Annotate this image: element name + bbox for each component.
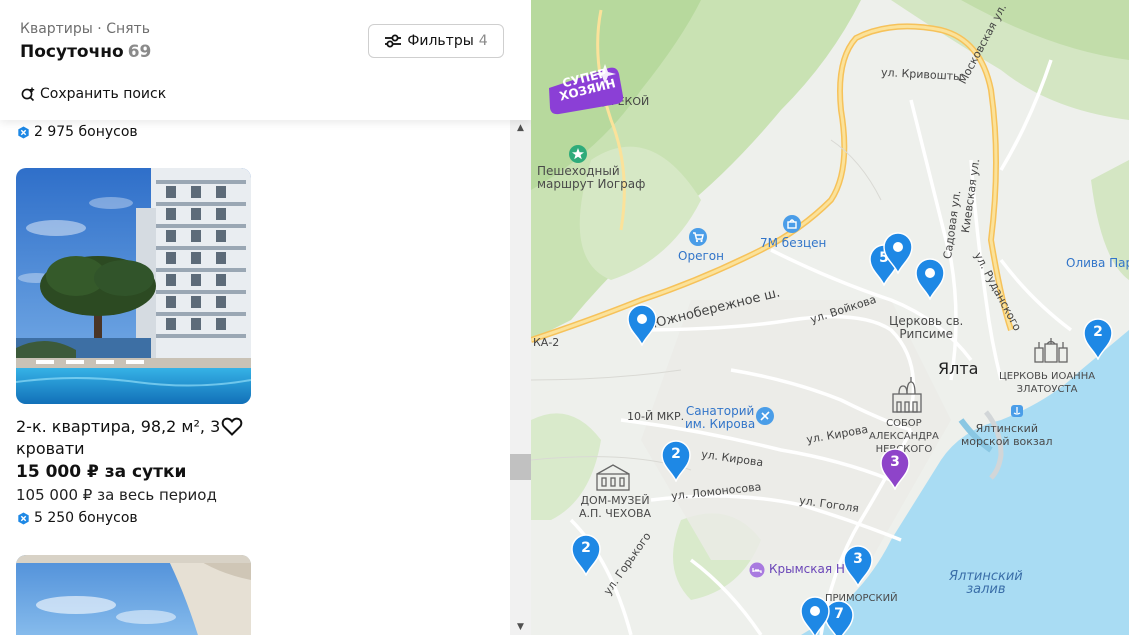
map-label: Олива Пар <box>1066 256 1129 270</box>
map-pin[interactable]: 3 <box>842 545 874 588</box>
bonus-icon <box>18 511 29 525</box>
search-header: Квартиры · Снять Посуточно69 Фильтры4 <box>0 0 531 120</box>
map-label: Церковь св. Рипсиме <box>889 314 964 341</box>
map[interactable]: ул. Кривошты ИЙ-ДЕРЕКОЙ Московская ул. К… <box>531 0 1129 635</box>
map-label: Орегон <box>678 249 724 263</box>
save-search-button[interactable]: Сохранить поиск <box>20 86 166 102</box>
map-pin-count: 2 <box>1093 324 1103 340</box>
church-icon[interactable] <box>1031 336 1071 364</box>
shopping-cart-icon[interactable] <box>688 227 708 247</box>
hotel-icon[interactable] <box>749 562 765 578</box>
map-pin[interactable]: 2 <box>1082 318 1114 361</box>
listing-bonus: 5 250 бонусов <box>17 510 138 526</box>
map-pin[interactable]: 2 <box>570 534 602 577</box>
sea-label: Ялтинский залив <box>949 569 1023 597</box>
bonus-text: 5 250 бонусов <box>34 510 138 526</box>
page-title: Посуточно 69 <box>20 42 151 62</box>
shopping-bag-icon[interactable] <box>782 214 802 234</box>
scroll-down-arrow-icon[interactable]: ▼ <box>510 619 531 635</box>
map-pin-count: 3 <box>853 551 863 567</box>
listing-price: 15 000 ₽ за сутки <box>16 462 187 482</box>
breadcrumb[interactable]: Квартиры · Снять <box>20 21 150 37</box>
map-label: Пешеходный маршрут Иограф <box>537 164 646 191</box>
map-pin-icon <box>800 596 830 635</box>
map-pin[interactable] <box>914 258 946 301</box>
map-pin[interactable] <box>799 596 831 635</box>
listing-photo[interactable] <box>16 168 251 404</box>
listing-panel: Квартиры · Снять Посуточно69 Фильтры4 <box>0 0 531 635</box>
page-title-text: Посуточно <box>20 42 124 62</box>
bonus-icon <box>18 125 29 139</box>
map-pin-count: 2 <box>671 446 681 462</box>
listing-list: 2 975 бонусов 2-к. квартира, 98,2 м², 3 … <box>0 120 510 635</box>
map-label: 7М безцен <box>760 236 827 250</box>
save-search-label: Сохранить поиск <box>40 86 167 102</box>
map-pin-icon <box>627 304 657 347</box>
scrollbar-thumb[interactable] <box>510 454 531 480</box>
filters-label: Фильтры <box>407 33 474 49</box>
listing-scrollbar[interactable]: ▲ ▼ <box>510 120 531 635</box>
map-pin[interactable] <box>626 304 658 347</box>
listing-photo[interactable] <box>16 555 251 635</box>
map-pin-count: 3 <box>890 454 900 470</box>
listing-bonus: 2 975 бонусов <box>17 124 138 140</box>
map-label: Санаторий им. Кирова <box>685 404 756 431</box>
map-label: 10-Й МКР. <box>627 410 685 423</box>
bonus-text: 2 975 бонусов <box>34 124 138 140</box>
favorite-heart-icon[interactable] <box>220 414 244 438</box>
map-label: Крымская Н <box>769 562 845 576</box>
map-label: Ялтинский морской вокзал <box>961 422 1053 448</box>
map-pin[interactable]: 3 <box>879 448 911 491</box>
filters-count: 4 <box>478 33 488 49</box>
results-count: 69 <box>127 42 152 62</box>
map-label: КА-2 <box>533 336 560 349</box>
map-label: ДОМ-МУЗЕЙ А.П. ЧЕХОВА <box>579 494 652 520</box>
trail-star-icon[interactable] <box>568 144 588 164</box>
listing-title[interactable]: 2-к. квартира, 98,2 м², 3 кровати <box>16 416 226 460</box>
museum-icon[interactable] <box>593 462 633 492</box>
cathedral-icon[interactable] <box>887 376 927 416</box>
scroll-up-arrow-icon[interactable]: ▲ <box>510 120 531 136</box>
port-icon[interactable] <box>1010 404 1024 418</box>
city-label: Ялта <box>938 359 979 378</box>
map-pin-icon <box>883 232 913 275</box>
listing-total-price: 105 000 ₽ за весь период <box>16 486 217 504</box>
map-label: ЦЕРКОВЬ ИОАННА ЗЛАТОУСТА <box>999 371 1096 395</box>
filters-icon <box>385 34 402 48</box>
filters-button[interactable]: Фильтры 4 <box>368 24 504 58</box>
sanatorium-icon[interactable] <box>755 406 775 426</box>
map-pin[interactable] <box>882 232 914 275</box>
map-pin-count: 2 <box>581 540 591 556</box>
map-pin[interactable]: 2 <box>660 440 692 483</box>
map-pin-icon <box>915 258 945 301</box>
save-search-icon <box>21 87 35 102</box>
